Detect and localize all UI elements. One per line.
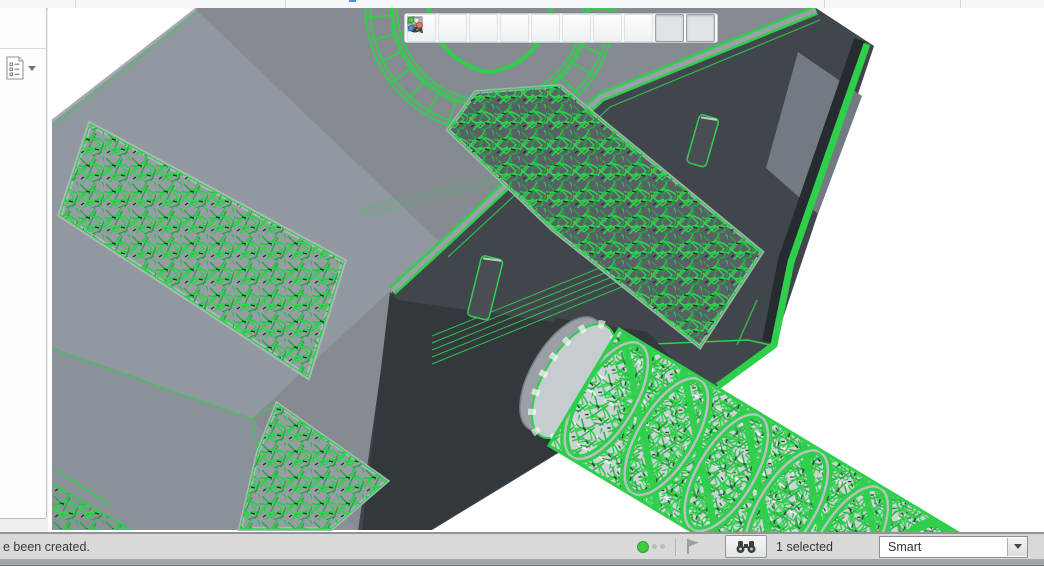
- status-controls: 1 selected Smart: [637, 534, 1028, 559]
- status-bar: e been created. 1 selected Smart: [0, 532, 1044, 559]
- selected-count-label: 1 selected: [776, 539, 833, 554]
- model-tree-panel-header: [0, 8, 46, 49]
- repaint-button[interactable]: [407, 14, 529, 42]
- saved-orientations-button[interactable]: [407, 14, 591, 42]
- status-dot-dim-icon: [652, 544, 658, 549]
- model-tree-toggle-button[interactable]: [4, 54, 42, 82]
- status-separator: [675, 537, 677, 556]
- graphics-viewport[interactable]: [48, 8, 1044, 532]
- ribbon-separator: [75, 0, 76, 8]
- ribbon-separator: [285, 0, 286, 8]
- datum-display-button[interactable]: [408, 14, 653, 42]
- chevron-down-icon[interactable]: [28, 65, 36, 71]
- ribbon-separator: [960, 0, 961, 8]
- dropdown-arrow-icon: [1013, 544, 1022, 549]
- dropdown-arrow-button[interactable]: [1007, 537, 1027, 556]
- status-dot-icon[interactable]: [637, 540, 650, 553]
- selection-filter-combobox[interactable]: Smart: [879, 535, 1028, 558]
- status-dot-dim-icon: [660, 544, 666, 549]
- flag-icon[interactable]: [685, 538, 701, 555]
- find-button[interactable]: [725, 535, 768, 558]
- window-bottom-edge: [0, 559, 1044, 566]
- model-tree-panel: [0, 8, 47, 519]
- zoom-in-button[interactable]: [407, 14, 467, 42]
- spin-center-button[interactable]: [407, 14, 715, 42]
- spin-center-icon: [407, 16, 423, 32]
- status-message: e been created.: [3, 540, 90, 554]
- hammer-3d-model[interactable]: [48, 8, 1044, 532]
- display-style-button[interactable]: [407, 14, 560, 42]
- ribbon-separator: [824, 0, 825, 8]
- ribbon-accent-mark: [349, 0, 356, 2]
- find-binoculars-icon: [736, 540, 756, 553]
- annotation-display-button[interactable]: [408, 14, 684, 42]
- model-tree-icon: [6, 56, 24, 80]
- selection-filter-value: Smart: [888, 539, 922, 554]
- zoom-out-button[interactable]: [407, 14, 498, 42]
- view-manager-button[interactable]: [407, 14, 622, 42]
- graphics-toolbar: [404, 13, 718, 43]
